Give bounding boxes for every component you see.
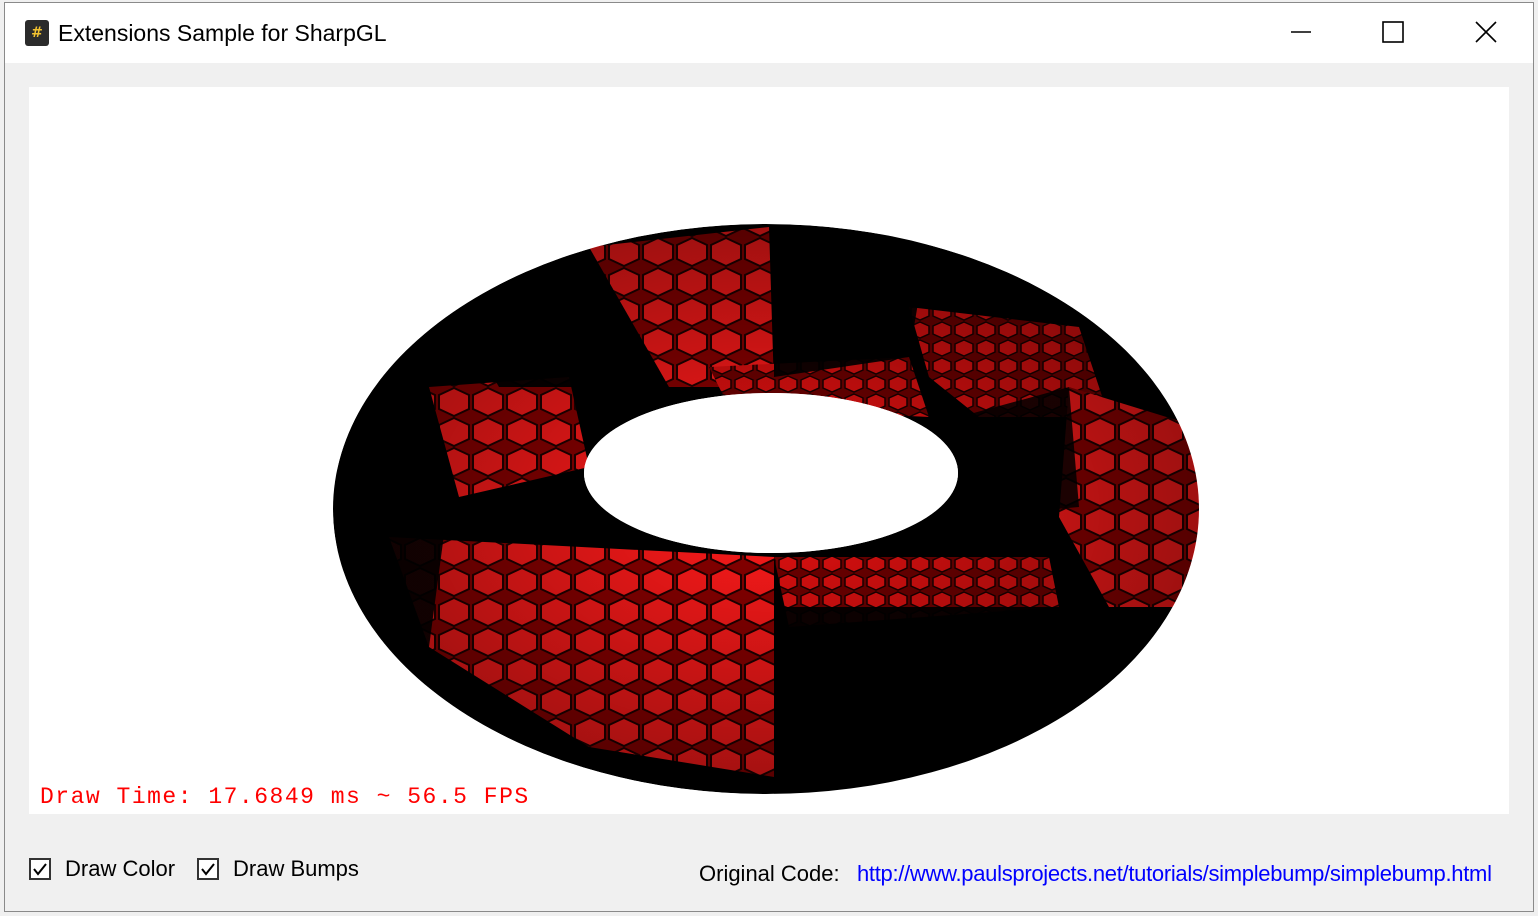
- checkmark-icon: [33, 863, 47, 876]
- checkmark-icon: [201, 863, 215, 876]
- minimize-button[interactable]: [1255, 3, 1347, 63]
- close-button[interactable]: [1439, 3, 1531, 63]
- sharpgl-app-icon[interactable]: #: [25, 20, 49, 46]
- original-code-label: Original Code:: [699, 861, 840, 886]
- close-icon: [1475, 21, 1497, 43]
- torus-render: [329, 224, 1204, 797]
- opengl-viewport[interactable]: Draw Time: 17.6849 ms ~ 56.5 FPS: [29, 87, 1509, 814]
- draw-color-option[interactable]: Draw Color: [29, 855, 175, 883]
- draw-bumps-option[interactable]: Draw Bumps: [197, 855, 359, 883]
- maximize-icon: [1382, 21, 1404, 43]
- draw-color-checkbox[interactable]: [29, 858, 51, 880]
- title-bar[interactable]: # Extensions Sample for SharpGL: [5, 3, 1533, 63]
- app-window: # Extensions Sample for SharpGL Draw Tim…: [4, 2, 1534, 912]
- window-title: Extensions Sample for SharpGL: [58, 20, 387, 46]
- maximize-button[interactable]: [1347, 3, 1439, 63]
- original-code-link[interactable]: http://www.paulsprojects.net/tutorials/s…: [857, 861, 1492, 887]
- draw-bumps-label: Draw Bumps: [233, 856, 359, 881]
- minimize-icon: [1291, 31, 1311, 33]
- draw-time-readout: Draw Time: 17.6849 ms ~ 56.5 FPS: [40, 784, 530, 810]
- draw-color-label: Draw Color: [65, 856, 176, 881]
- draw-bumps-checkbox[interactable]: [197, 858, 219, 880]
